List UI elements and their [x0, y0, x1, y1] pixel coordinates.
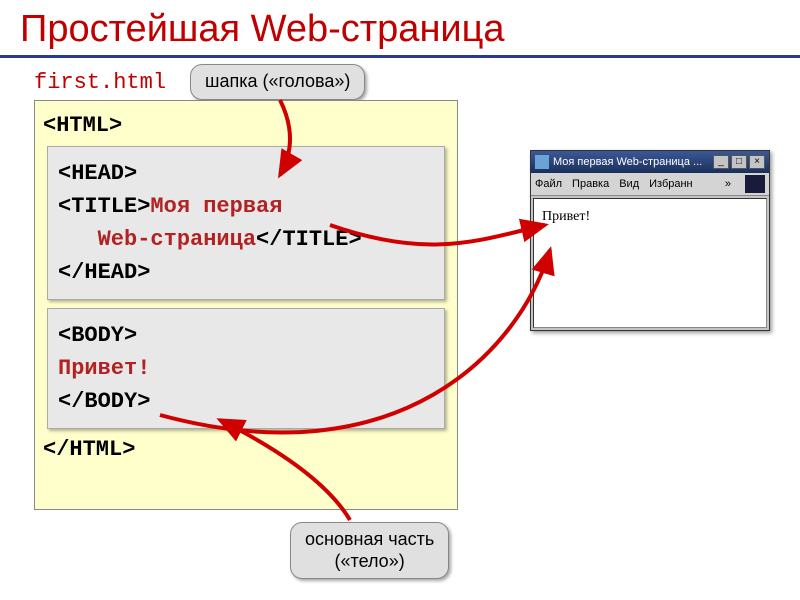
browser-titlebar: Моя первая Web-страница ... _ □ × [531, 151, 769, 173]
code-head-block: <HEAD> <TITLE>Моя первая Web-страница</T… [47, 146, 445, 300]
code-html-open: <HTML> [43, 113, 449, 138]
browser-window: Моя первая Web-страница ... _ □ × Файл П… [530, 150, 770, 331]
callout-body-line2: («тело») [335, 551, 405, 571]
browser-content: Привет! [533, 198, 767, 328]
browser-title-text: Моя первая Web-страница ... [553, 156, 711, 168]
callout-body: основная часть («тело») [290, 522, 449, 579]
filename-label: first.html [34, 70, 166, 95]
browser-menubar: Файл Правка Вид Избранн » [531, 173, 769, 196]
code-title-line2: Web-страница</TITLE> [58, 223, 434, 256]
maximize-button[interactable]: □ [731, 155, 747, 169]
code-body-text: Привет! [58, 352, 434, 385]
callout-body-line1: основная часть [305, 529, 434, 549]
slide-title: Простейшая Web-страница [0, 0, 800, 58]
callout-head: шапка («голова») [190, 64, 365, 100]
code-container: <HTML> <HEAD> <TITLE>Моя первая Web-стра… [34, 100, 458, 510]
browser-logo-icon [745, 175, 765, 193]
code-html-close: </HTML> [43, 437, 449, 462]
code-body-open: <BODY> [58, 319, 434, 352]
menu-more-icon[interactable]: » [725, 178, 731, 190]
minimize-button[interactable]: _ [713, 155, 729, 169]
code-title-line1: <TITLE>Моя первая [58, 190, 434, 223]
close-button[interactable]: × [749, 155, 765, 169]
menu-favorites[interactable]: Избранн [649, 178, 693, 190]
code-body-block: <BODY> Привет! </BODY> [47, 308, 445, 429]
menu-file[interactable]: Файл [535, 178, 562, 190]
browser-app-icon [535, 155, 549, 169]
code-head-open: <HEAD> [58, 157, 434, 190]
menu-view[interactable]: Вид [619, 178, 639, 190]
menu-edit[interactable]: Правка [572, 178, 609, 190]
code-body-close: </BODY> [58, 385, 434, 418]
code-head-close: </HEAD> [58, 256, 434, 289]
